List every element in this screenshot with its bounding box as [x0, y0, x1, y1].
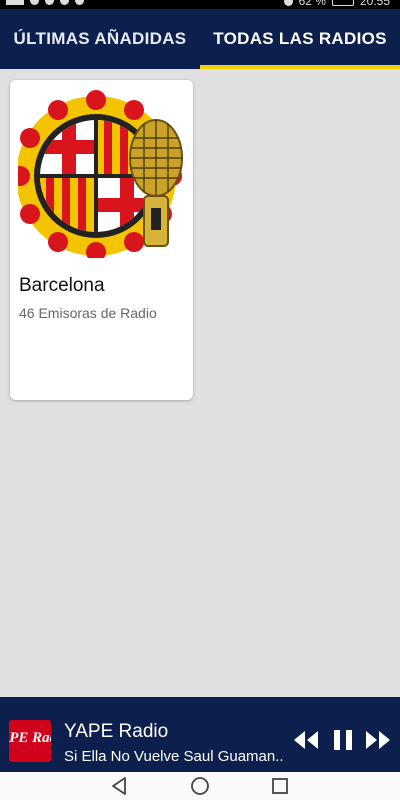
recents-icon	[272, 778, 288, 794]
notification-icon	[75, 0, 84, 5]
notification-icon	[45, 0, 54, 5]
back-button[interactable]	[108, 776, 132, 796]
status-notifications	[6, 0, 84, 5]
tab-label: TODAS LAS RADIOS	[213, 29, 387, 48]
signal-icon	[6, 0, 24, 5]
card-subtitle: 46 Emisoras de Radio	[19, 305, 157, 321]
home-icon	[191, 777, 209, 795]
tab-bar: ÚLTIMAS AÑADIDAS TODAS LAS RADIOS	[0, 9, 400, 69]
clock: 20:55	[359, 0, 390, 8]
pause-icon	[334, 730, 352, 750]
recents-button[interactable]	[268, 776, 292, 796]
city-card-barcelona[interactable]: Barcelona 46 Emisoras de Radio	[10, 80, 193, 400]
home-button[interactable]	[188, 776, 212, 796]
fast-forward-icon	[366, 731, 390, 749]
mini-player[interactable]: YAPE Radio YAPE Radio Si Ella No Vuelve …	[0, 697, 400, 772]
eye-icon	[283, 0, 293, 6]
yape-radio-logo: YAPE Radio	[9, 720, 51, 762]
status-bar: 62 % 20:55	[0, 0, 400, 9]
notification-icon	[60, 0, 69, 5]
tab-ultimas-anadidas[interactable]: ÚLTIMAS AÑADIDAS	[0, 9, 200, 69]
logo-text: YAPE Radio	[9, 730, 51, 746]
rewind-icon	[294, 731, 318, 749]
card-title: Barcelona	[19, 275, 105, 296]
barcelona-flag-microphone-icon	[10, 86, 186, 262]
pause-button[interactable]	[330, 729, 356, 751]
fast-forward-button[interactable]	[365, 729, 391, 751]
player-track: Si Ella No Vuelve Saul Guaman..	[64, 748, 284, 765]
status-system: 62 % 20:55	[283, 0, 390, 8]
rewind-button[interactable]	[293, 729, 319, 751]
tab-label: ÚLTIMAS AÑADIDAS	[13, 29, 187, 48]
system-nav-bar	[0, 772, 400, 800]
wifi-icon	[30, 0, 39, 5]
tab-todas-las-radios[interactable]: TODAS LAS RADIOS	[200, 9, 400, 69]
radio-grid: Barcelona 46 Emisoras de Radio	[0, 69, 400, 697]
battery-percent: 62 %	[298, 0, 326, 8]
battery-icon	[331, 0, 354, 6]
back-icon	[112, 777, 126, 795]
player-station: YAPE Radio	[64, 721, 169, 742]
